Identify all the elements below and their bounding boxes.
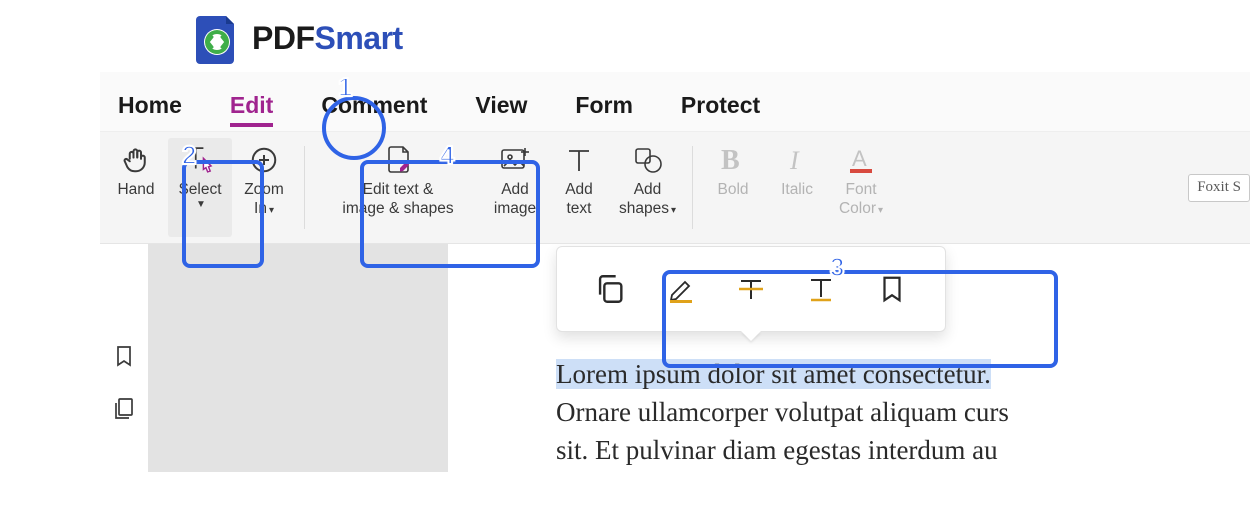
highlight-button[interactable]: [661, 269, 701, 309]
italic-label: Italic: [781, 180, 813, 199]
left-nav-panel: [100, 244, 148, 472]
add-shapes-button[interactable]: Add shapes▾: [611, 138, 684, 237]
bold-label: Bold: [718, 180, 749, 199]
font-color-button[interactable]: A Font Color▾: [829, 138, 893, 237]
tab-home[interactable]: Home: [118, 92, 182, 123]
add-image-label: Add image: [494, 180, 536, 219]
workspace: Lorem ipsum dolor sit amet consectetur. …: [100, 244, 1250, 472]
tab-comment[interactable]: Comment: [321, 92, 427, 123]
add-shapes-label: Add shapes▾: [619, 180, 676, 219]
edit-text-image-shapes-button[interactable]: Edit text & image & shapes: [313, 138, 483, 237]
zoom-in-label: Zoom In▾: [244, 180, 284, 219]
underline-text-button[interactable]: [801, 269, 841, 309]
pages-panel-icon[interactable]: [112, 396, 136, 420]
svg-text:I: I: [789, 146, 800, 175]
font-color-icon: A: [846, 142, 876, 178]
doc-line-1[interactable]: Lorem ipsum dolor sit amet consectetur.: [556, 356, 1250, 394]
tab-view[interactable]: View: [475, 92, 527, 123]
brand-name-b: Smart: [315, 20, 403, 56]
zoom-in-button[interactable]: Zoom In▾: [232, 138, 296, 237]
doc-line-3[interactable]: sit. Et pulvinar diam egestas interdum a…: [556, 432, 1250, 470]
font-color-label: Font Color▾: [839, 180, 883, 219]
main-tabs: Home Edit Comment View Form Protect: [100, 72, 1250, 132]
zoom-in-icon: [249, 142, 279, 178]
bookmarks-panel-icon[interactable]: [112, 344, 136, 368]
italic-button[interactable]: I Italic: [765, 138, 829, 237]
document-view[interactable]: Lorem ipsum dolor sit amet consectetur. …: [448, 244, 1250, 472]
font-name-value: Foxit S: [1197, 179, 1241, 196]
chevron-down-icon: ▾: [671, 205, 676, 216]
selected-text[interactable]: Lorem ipsum dolor sit amet consectetur.: [556, 359, 991, 389]
add-text-label: Add text: [565, 180, 593, 219]
edit-page-icon: [382, 142, 414, 178]
chevron-down-icon: ▼: [196, 199, 206, 212]
chevron-down-icon: ▾: [269, 205, 274, 216]
hand-icon: [121, 142, 151, 178]
edit-text-image-shapes-label: Edit text & image & shapes: [342, 180, 453, 219]
brand-header: PDFSmart: [100, 0, 1250, 72]
copy-button[interactable]: [590, 269, 630, 309]
font-name-selector[interactable]: Foxit S: [1188, 174, 1250, 202]
add-shapes-icon: [632, 142, 664, 178]
app-window: PDFSmart Home Edit Comment View Form Pro…: [100, 0, 1250, 500]
svg-text:B: B: [721, 145, 740, 175]
bold-button[interactable]: B Bold: [701, 138, 765, 237]
strikethrough-button[interactable]: [731, 269, 771, 309]
chevron-down-icon: ▾: [878, 205, 883, 216]
ribbon-separator: [692, 146, 693, 229]
tab-edit[interactable]: Edit: [230, 92, 273, 123]
add-text-icon: [565, 142, 593, 178]
bookmark-button[interactable]: [872, 269, 912, 309]
tab-form[interactable]: Form: [575, 92, 633, 123]
ribbon-separator: [304, 146, 305, 229]
hand-label: Hand: [117, 180, 154, 199]
bold-icon: B: [720, 142, 746, 178]
brand-name: PDFSmart: [252, 20, 403, 57]
hand-tool-button[interactable]: Hand: [104, 138, 168, 237]
thumbnail-strip: [148, 244, 448, 472]
select-text-cursor-icon: [183, 142, 217, 178]
select-label: Select: [178, 180, 221, 199]
italic-icon: I: [784, 142, 810, 178]
doc-line-2[interactable]: Ornare ullamcorper volutpat aliquam curs: [556, 394, 1250, 432]
add-image-icon: [499, 142, 531, 178]
ribbon-toolbar: Hand Select ▼ Zoom In▾: [100, 132, 1250, 244]
add-image-button[interactable]: Add image: [483, 138, 547, 237]
add-text-button[interactable]: Add text: [547, 138, 611, 237]
select-tool-button[interactable]: Select ▼: [168, 138, 232, 237]
brand-logo-icon: [194, 12, 240, 64]
tab-protect[interactable]: Protect: [681, 92, 760, 123]
brand-name-a: PDF: [252, 20, 315, 56]
selection-context-toolbar: [556, 246, 946, 332]
svg-text:A: A: [852, 146, 867, 171]
